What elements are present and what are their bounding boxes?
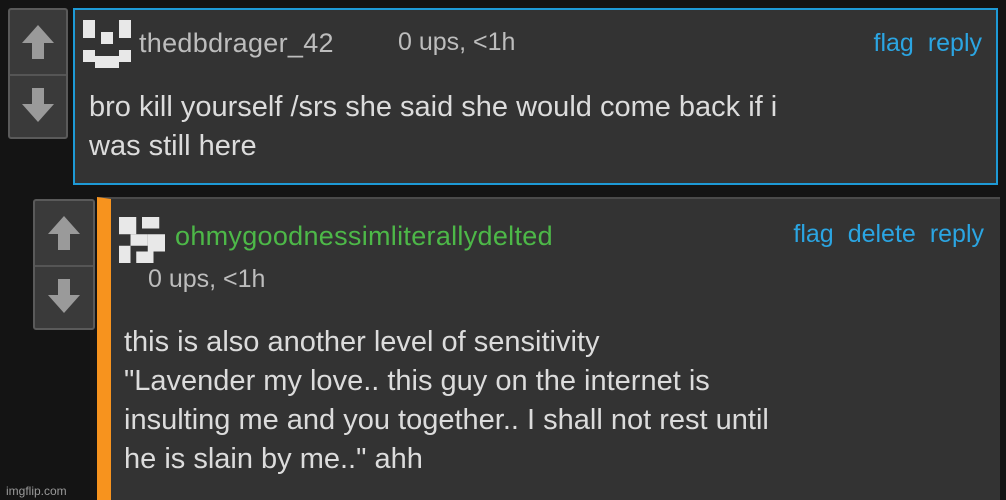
comment-actions: flag reply [874, 29, 983, 58]
comment-body: this is also another level of sensitivit… [124, 326, 769, 475]
flag-link[interactable]: flag [793, 220, 833, 249]
arrow-down-icon [48, 279, 80, 314]
arrow-up-icon [22, 24, 54, 59]
arrow-down-icon [22, 88, 54, 123]
comment-body: bro kill yourself /srs she said she woul… [89, 91, 778, 162]
flag-link[interactable]: flag [874, 29, 914, 58]
vote-box-1 [8, 8, 68, 139]
watermark: imgflip.com [6, 484, 67, 498]
downvote-button[interactable] [35, 265, 93, 329]
username[interactable]: ohmygoodnessimliterallydelted [175, 221, 553, 252]
comment-2: ohmygoodnessimliterallydelted 0 ups, <1h… [97, 197, 1000, 500]
comment-meta: 0 ups, <1h [398, 28, 516, 56]
reply-link[interactable]: reply [928, 29, 982, 58]
reply-link[interactable]: reply [930, 220, 984, 249]
username[interactable]: thedbdrager_42 [139, 28, 334, 59]
upvote-button[interactable] [35, 201, 93, 267]
downvote-button[interactable] [10, 74, 66, 138]
comment-1: thedbdrager_42 0 ups, <1h flag reply bro… [73, 8, 998, 185]
comment-meta: 0 ups, <1h [148, 265, 266, 293]
avatar-icon [119, 217, 165, 263]
avatar-icon [83, 20, 131, 68]
vote-box-2 [33, 199, 95, 330]
delete-link[interactable]: delete [848, 220, 916, 249]
comment-actions: flag delete reply [793, 220, 984, 249]
arrow-up-icon [48, 215, 80, 250]
upvote-button[interactable] [10, 10, 66, 76]
